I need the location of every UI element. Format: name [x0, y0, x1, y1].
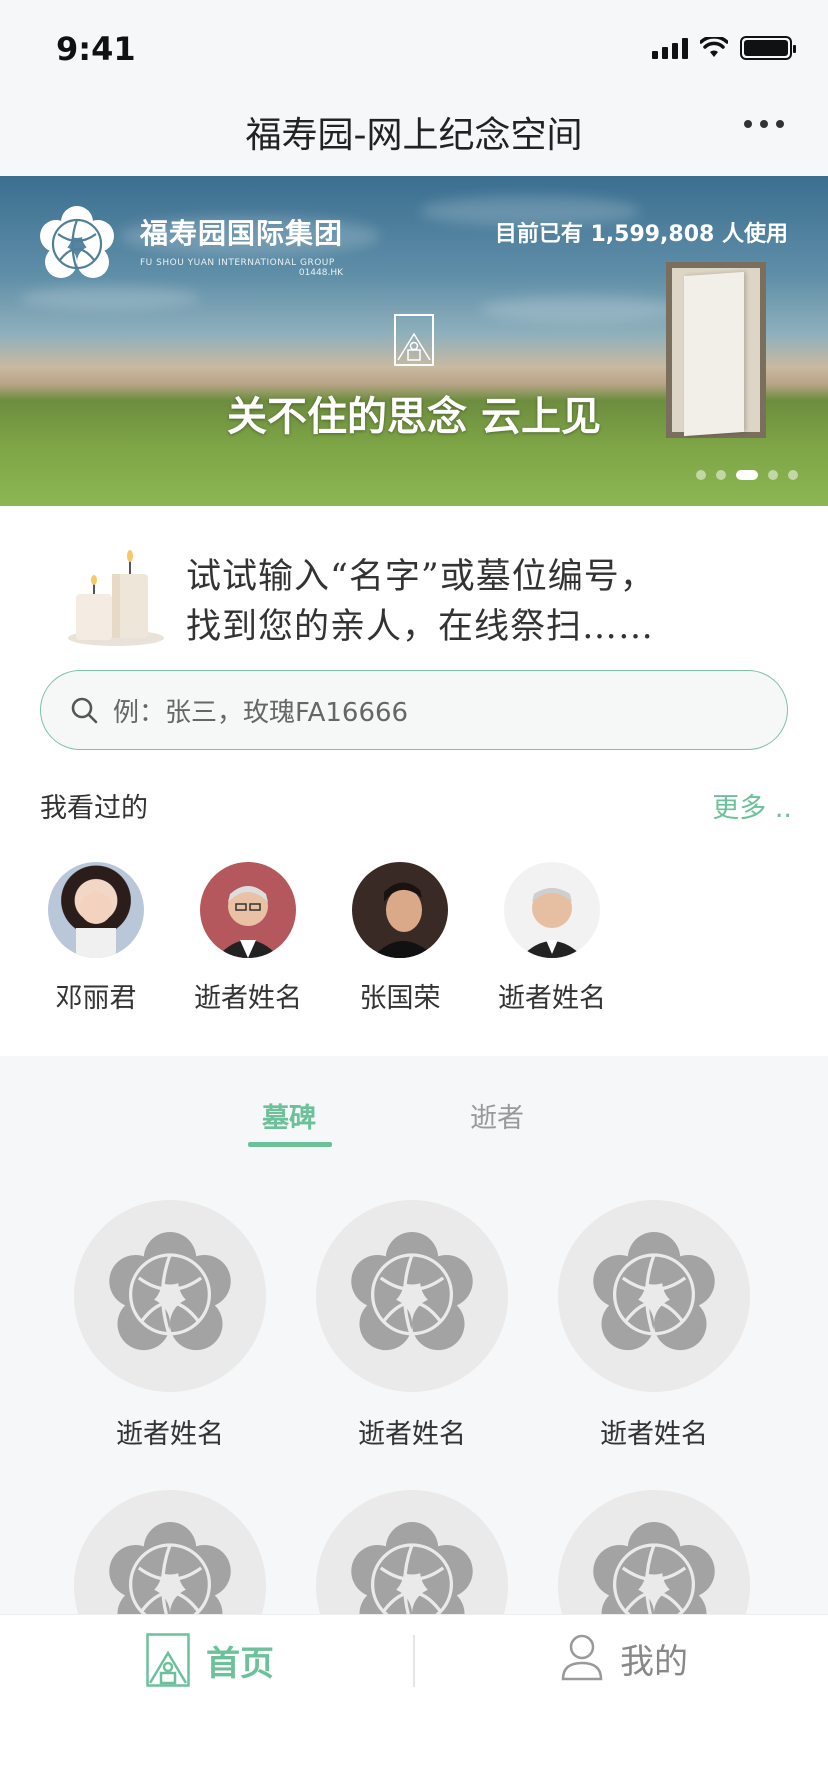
signal-icon — [652, 37, 688, 59]
title-bar: 福寿园-网上纪念空间 — [0, 96, 828, 176]
nav-home[interactable]: 首页 — [146, 1633, 274, 1687]
tombstone-name: 逝者姓名 — [116, 1419, 224, 1450]
tombstone-card[interactable]: 逝者姓名 — [312, 1200, 512, 1451]
tab-deceased[interactable]: 逝者 — [470, 1096, 524, 1135]
recent-name: 张国荣 — [359, 983, 441, 1014]
carousel-indicator — [696, 470, 798, 480]
brand-name: 福寿园国际集团 — [140, 217, 344, 250]
recent-item[interactable]: 张国荣 — [324, 862, 476, 1015]
home-icon — [146, 1633, 190, 1687]
recent-title: 我看过的 — [40, 793, 148, 824]
tab-bar: 墓碑 逝者 — [0, 1056, 828, 1166]
more-menu-button[interactable] — [744, 120, 784, 128]
tab-underline — [248, 1142, 332, 1147]
intro-text: 试试输入“名字”或墓位编号， 找到您的亲人，在线祭扫…… — [186, 552, 656, 652]
avatar — [504, 862, 600, 958]
flower-placeholder-icon — [593, 1232, 715, 1351]
intro-line-1: 试试输入“名字”或墓位编号， — [186, 557, 656, 597]
avatar — [352, 862, 448, 958]
user-count: 目前已有 1,599,808 人使用 — [494, 222, 788, 247]
tombstone-placeholder — [316, 1200, 508, 1392]
search-section: 试试输入“名字”或墓位编号， 找到您的亲人，在线祭扫…… 例：张三，玫瑰FA16… — [0, 506, 828, 1056]
nav-divider — [413, 1635, 415, 1687]
avatar — [48, 862, 144, 958]
brand-code: 01448.HK — [298, 268, 344, 278]
tombstone-name: 逝者姓名 — [600, 1419, 708, 1450]
wifi-icon — [700, 37, 728, 57]
flower-placeholder-icon — [109, 1232, 231, 1351]
dot-icon — [744, 120, 752, 128]
tombstone-placeholder — [558, 1200, 750, 1392]
search-placeholder: 例：张三，玫瑰FA16666 — [113, 697, 409, 728]
tab-tombstone[interactable]: 墓碑 — [262, 1096, 316, 1135]
carousel-dot-active[interactable] — [736, 470, 758, 480]
banner-carousel[interactable]: 福寿园国际集团 FU SHOU YUAN INTERNATIONAL GROUP… — [0, 176, 828, 506]
recent-name: 邓丽君 — [55, 983, 137, 1014]
tombstone-card[interactable]: 逝者姓名 — [70, 1200, 270, 1451]
bottom-nav: 首页 我的 — [0, 1614, 828, 1792]
tombstone-placeholder — [74, 1200, 266, 1392]
dot-icon — [776, 120, 784, 128]
recent-name: 逝者姓名 — [194, 983, 302, 1014]
dot-icon — [760, 120, 768, 128]
carousel-dot[interactable] — [768, 470, 778, 480]
page-title: 福寿园-网上纪念空间 — [245, 115, 583, 156]
user-icon — [561, 1634, 603, 1681]
brand-subtitle: FU SHOU YUAN INTERNATIONAL GROUP — [140, 258, 335, 268]
flower-placeholder-icon — [351, 1232, 473, 1351]
carousel-dot[interactable] — [788, 470, 798, 480]
tombstone-name: 逝者姓名 — [358, 1419, 466, 1450]
recent-item[interactable]: 逝者姓名 — [476, 862, 628, 1015]
flower-logo-icon — [40, 206, 114, 278]
brand-logo: 福寿园国际集团 FU SHOU YUAN INTERNATIONAL GROUP… — [38, 204, 343, 286]
nav-mine[interactable]: 我的 — [560, 1633, 688, 1683]
recent-item[interactable]: 邓丽君 — [20, 862, 172, 1015]
carousel-dot[interactable] — [716, 470, 726, 480]
recent-name: 逝者姓名 — [498, 983, 606, 1014]
intro-line-2: 找到您的亲人，在线祭扫…… — [186, 607, 655, 647]
nav-mine-label: 我的 — [620, 1641, 688, 1682]
status-bar: 9:41 — [0, 0, 828, 96]
nav-home-label: 首页 — [206, 1643, 274, 1684]
banner-tagline: 关不住的思念 云上见 — [227, 393, 601, 440]
avatar — [200, 862, 296, 958]
status-time: 9:41 — [56, 30, 136, 68]
status-icons — [652, 36, 796, 60]
search-icon — [71, 697, 98, 724]
candles-icon — [68, 550, 164, 646]
recent-item[interactable]: 逝者姓名 — [172, 862, 324, 1015]
memorial-emblem-icon — [394, 314, 434, 366]
more-link[interactable]: 更多 .. — [712, 786, 792, 825]
battery-icon — [740, 36, 796, 60]
tombstone-card[interactable]: 逝者姓名 — [554, 1200, 754, 1451]
carousel-dot[interactable] — [696, 470, 706, 480]
search-input[interactable]: 例：张三，玫瑰FA16666 — [40, 670, 788, 750]
